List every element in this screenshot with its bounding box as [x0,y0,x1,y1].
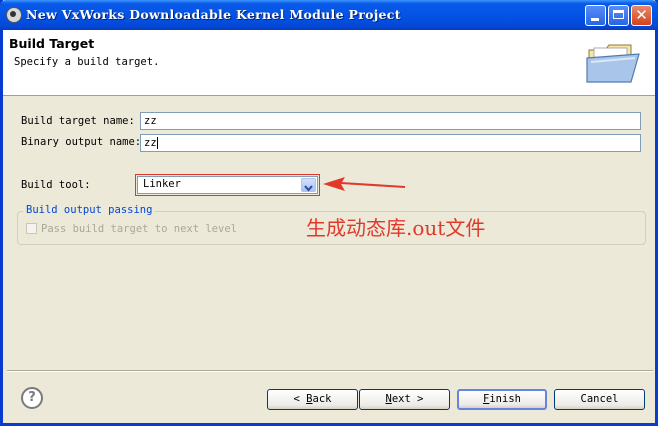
footer-separator [7,370,653,372]
binary-output-name-label: Binary output name: [21,136,142,148]
next-button-label: ext [391,393,411,405]
binary-output-name-input[interactable]: zz [140,134,641,152]
chevron-down-icon [304,185,313,192]
close-icon: ✕ [635,6,648,24]
next-button-suffix: > [410,393,424,405]
page-title: Build Target [9,36,95,51]
close-button[interactable]: ✕ [631,5,652,26]
back-button[interactable]: < Back [267,389,358,410]
title-bar[interactable]: New VxWorks Downloadable Kernel Module P… [0,0,658,30]
pass-build-target-label: Pass build target to next level [41,223,237,235]
folder-icon [586,44,640,83]
finish-button-label: inish [489,393,521,405]
help-button[interactable]: ? [21,387,43,409]
maximize-button[interactable] [608,5,629,26]
build-tool-value: Linker [143,178,181,190]
minimize-icon [591,18,599,21]
page-description: Specify a build target. [14,56,160,68]
back-button-label: ack [312,393,332,405]
window-title: New VxWorks Downloadable Kernel Module P… [26,7,401,22]
finish-button[interactable]: Finish [457,389,547,410]
help-icon: ? [28,390,36,405]
build-target-name-label: Build target name: [21,115,135,127]
pass-build-target-checkbox[interactable] [26,223,37,234]
dropdown-button[interactable] [301,178,316,192]
annotation-arrow-icon [323,177,406,191]
binary-output-name-value: zz [144,137,157,149]
annotation-text: 生成动态库.out文件 [306,216,486,240]
build-target-name-value: zz [144,115,157,127]
cancel-button[interactable]: Cancel [554,389,645,410]
group-legend: Build output passing [23,204,156,216]
build-tool-select[interactable]: Linker [135,174,320,196]
maximize-icon [613,10,624,19]
build-target-name-input[interactable]: zz [140,112,641,130]
wizard-window: New VxWorks Downloadable Kernel Module P… [0,0,658,426]
wizard-header: Build Target Specify a build target. [3,30,655,96]
build-tool-label: Build tool: [21,179,91,191]
minimize-button[interactable] [585,5,606,26]
cancel-button-label: Cancel [580,393,619,405]
back-button-prefix: < [293,393,307,405]
app-icon [6,7,22,23]
next-button[interactable]: Next > [359,389,450,410]
text-caret [156,137,158,149]
